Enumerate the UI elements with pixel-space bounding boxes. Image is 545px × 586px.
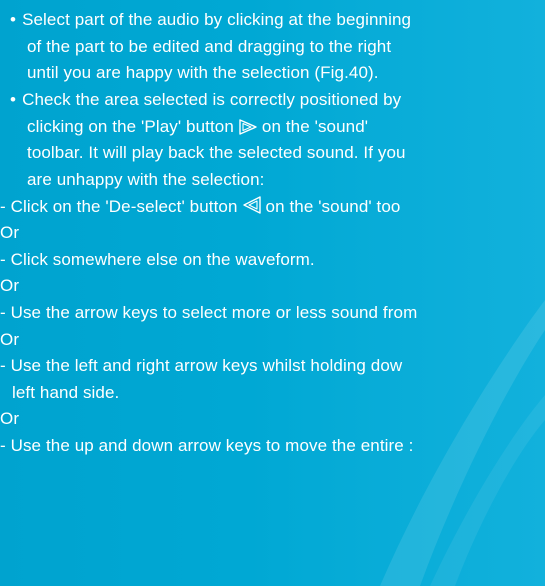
left-right-line-1: - Use the left and right arrow keys whil… (0, 356, 403, 375)
bullet-check-line-1: • Check the area selected is correctly po… (10, 90, 402, 109)
left-right-line-2: left hand side. (12, 383, 120, 402)
up-down-line: - Use the up and down arrow keys to move… (0, 436, 414, 455)
or-label: Or (0, 409, 20, 428)
bullet-check-line-2: clicking on the 'Play' button on the 'sou… (27, 114, 368, 141)
arrow-keys-line: - Use the arrow keys to select more or l… (0, 303, 418, 322)
bullet-select-line-3: until you are happy with the selection (… (27, 63, 379, 82)
or-label: Or (0, 276, 20, 295)
bullet-check-line-3: toolbar. It will play back the selected … (27, 143, 406, 162)
or-label: Or (0, 223, 20, 242)
bullet-select-line-2: of the part to be edited and dragging to… (27, 37, 392, 56)
or-label: Or (0, 330, 20, 349)
deselect-line: - Click on the 'De-select' button on the … (0, 194, 400, 221)
instructions-text: • Select part of the audio by clicking at… (0, 0, 545, 586)
bullet-check-line-4: are unhappy with the selection: (27, 170, 265, 189)
deselect-icon (242, 195, 262, 224)
bullet-select-line-1: • Select part of the audio by clicking at… (10, 10, 412, 29)
waveform-line: - Click somewhere else on the waveform. (0, 250, 315, 269)
bullet-marker: • (10, 90, 17, 109)
bullet-marker: • (10, 10, 17, 29)
